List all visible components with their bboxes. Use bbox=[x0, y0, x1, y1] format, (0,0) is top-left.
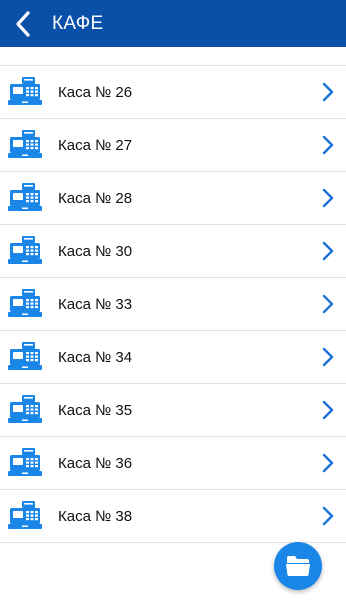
list-item-label: Каса № 34 bbox=[58, 348, 133, 366]
chevron-right-icon bbox=[322, 506, 334, 526]
cash-register-icon bbox=[8, 77, 42, 105]
chevron-right-icon bbox=[322, 135, 334, 155]
list-item-label: Каса № 28 bbox=[58, 189, 133, 207]
cash-register-icon bbox=[8, 183, 42, 211]
list-item[interactable]: Каса № 35 bbox=[0, 384, 346, 437]
list-item-label: Каса № 33 bbox=[58, 295, 133, 313]
list-item[interactable]: Каса № 27 bbox=[0, 119, 346, 172]
page-title: КАФЕ bbox=[52, 12, 104, 34]
list-item[interactable]: Каса № 26 bbox=[0, 66, 346, 119]
list-item-label: Каса № 30 bbox=[58, 242, 133, 260]
cash-register-icon bbox=[8, 395, 42, 423]
chevron-left-icon bbox=[16, 10, 30, 37]
list-item-label: Каса № 26 bbox=[58, 83, 133, 101]
cash-register-icon bbox=[8, 448, 42, 476]
cash-register-icon bbox=[8, 236, 42, 264]
list-item-label: Каса № 38 bbox=[58, 507, 133, 525]
list-item-label: Каса № 27 bbox=[58, 136, 133, 154]
list-item[interactable]: Каса № 38 bbox=[0, 490, 346, 543]
chevron-right-icon bbox=[322, 453, 334, 473]
cash-register-icon bbox=[8, 289, 42, 317]
list-item[interactable]: Каса № 30 bbox=[0, 225, 346, 278]
list-item[interactable]: Каса № 34 bbox=[0, 331, 346, 384]
cash-register-icon bbox=[8, 342, 42, 370]
chevron-right-icon bbox=[322, 347, 334, 367]
list-item[interactable]: Каса № 33 bbox=[0, 278, 346, 331]
chevron-right-icon bbox=[322, 294, 334, 314]
chevron-right-icon bbox=[322, 188, 334, 208]
register-list: Каса № 26 Каса № 27 Каса № 28 Каса № 30 … bbox=[0, 65, 346, 543]
folder-fab-button[interactable] bbox=[274, 542, 322, 590]
list-item-label: Каса № 36 bbox=[58, 454, 133, 472]
list-item[interactable]: Каса № 36 bbox=[0, 437, 346, 490]
back-button[interactable] bbox=[0, 0, 46, 47]
chevron-right-icon bbox=[322, 82, 334, 102]
folder-icon bbox=[286, 556, 310, 576]
app-bar: КАФЕ bbox=[0, 0, 346, 47]
cash-register-icon bbox=[8, 130, 42, 158]
list-item-label: Каса № 35 bbox=[58, 401, 133, 419]
list-item[interactable]: Каса № 28 bbox=[0, 172, 346, 225]
chevron-right-icon bbox=[322, 400, 334, 420]
cash-register-icon bbox=[8, 501, 42, 529]
chevron-right-icon bbox=[322, 241, 334, 261]
